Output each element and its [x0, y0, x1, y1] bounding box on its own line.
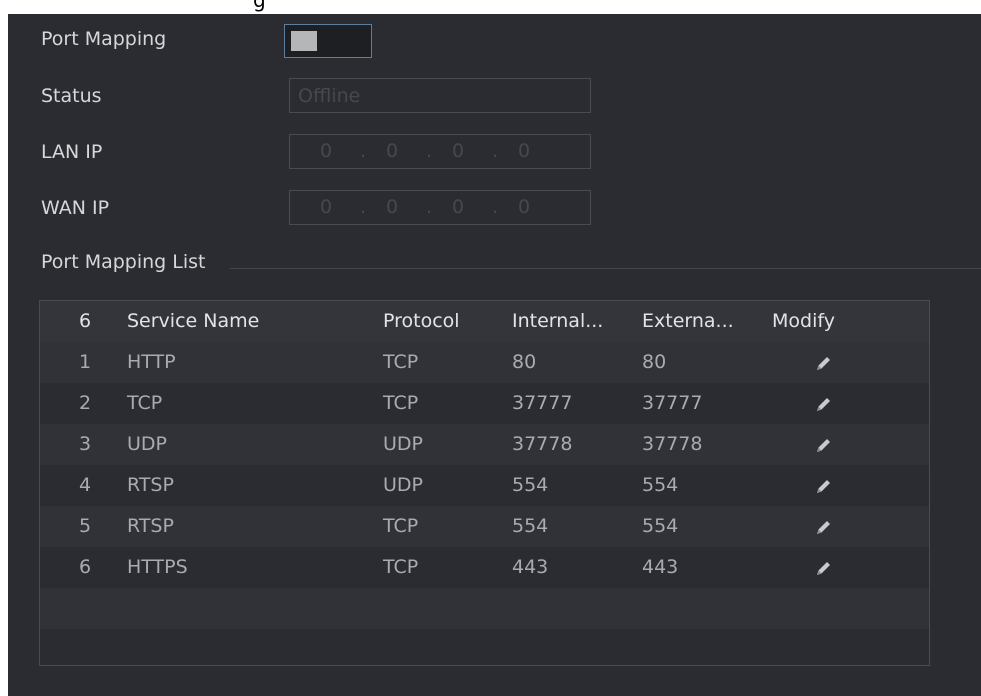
pencil-icon[interactable] — [814, 394, 834, 414]
row-number: 3 — [78, 433, 92, 455]
table-header-row: 6 Service Name Protocol Internal... Exte… — [40, 301, 929, 343]
status-field: Offline — [289, 78, 591, 113]
pencil-icon[interactable] — [814, 476, 834, 496]
port-mapping-label: Port Mapping — [41, 28, 167, 50]
ip-dot: . — [360, 196, 367, 218]
port-mapping-panel: Port Mapping Status Offline LAN IP 0 . 0… — [8, 14, 981, 696]
lan-ip-field[interactable]: 0 . 0 . 0 . 0 — [289, 134, 591, 169]
wan-ip-octet-4: 0 — [517, 196, 531, 218]
empty-row — [40, 629, 929, 665]
service-name-cell: HTTPS — [127, 556, 188, 578]
protocol-cell: UDP — [383, 433, 423, 455]
lan-ip-octet-3[interactable]: 0 — [448, 140, 468, 162]
table-row[interactable]: 4 RTSP UDP 554 554 — [40, 465, 929, 506]
pencil-icon[interactable] — [814, 353, 834, 373]
lan-ip-octet-2[interactable]: 0 — [382, 140, 402, 162]
table-row[interactable]: 3 UDP UDP 37778 37778 — [40, 424, 929, 465]
service-name-cell: TCP — [127, 392, 163, 414]
external-port-cell: 37777 — [642, 392, 703, 414]
row-number: 5 — [78, 515, 92, 537]
internal-port-cell: 37777 — [512, 392, 573, 414]
cut-off-title: g — [253, 0, 266, 12]
internal-port-cell: 554 — [512, 515, 549, 537]
external-port-cell: 554 — [642, 474, 679, 496]
protocol-cell: TCP — [383, 351, 419, 373]
lan-ip-octet-1[interactable]: 0 — [316, 140, 336, 162]
table-row[interactable]: 1 HTTP TCP 80 80 — [40, 342, 929, 383]
service-name-cell: UDP — [127, 433, 167, 455]
ip-dot: . — [426, 140, 433, 162]
table-row[interactable]: 2 TCP TCP 37777 37777 — [40, 383, 929, 424]
external-port-cell: 80 — [642, 351, 667, 373]
wan-ip-octet-3: 0 — [451, 196, 465, 218]
protocol-cell: UDP — [383, 474, 423, 496]
header-row-count: 6 — [78, 310, 92, 332]
header-protocol[interactable]: Protocol — [383, 310, 460, 332]
protocol-cell: TCP — [383, 515, 419, 537]
header-modify: Modify — [772, 310, 835, 332]
status-label: Status — [41, 85, 102, 107]
service-name-cell: RTSP — [127, 515, 174, 537]
row-number: 2 — [78, 392, 92, 414]
status-value: Offline — [298, 85, 361, 107]
lan-ip-octet-4[interactable]: 0 — [514, 140, 534, 162]
wan-ip-field: 0 . 0 . 0 . 0 — [289, 190, 591, 225]
pencil-icon[interactable] — [814, 435, 834, 455]
internal-port-cell: 80 — [512, 351, 537, 373]
wan-ip-octet-1: 0 — [319, 196, 333, 218]
port-mapping-table: 6 Service Name Protocol Internal... Exte… — [39, 300, 930, 666]
internal-port-cell: 443 — [512, 556, 549, 578]
internal-port-cell: 554 — [512, 474, 549, 496]
port-mapping-toggle[interactable] — [284, 24, 372, 58]
service-name-cell: HTTP — [127, 351, 176, 373]
lan-ip-label: LAN IP — [41, 141, 103, 163]
ip-dot: . — [426, 196, 433, 218]
service-name-cell: RTSP — [127, 474, 174, 496]
table-row[interactable]: 6 HTTPS TCP 443 443 — [40, 547, 929, 588]
top-strip: g — [0, 0, 981, 14]
ip-dot: . — [360, 140, 367, 162]
header-service-name[interactable]: Service Name — [127, 310, 259, 332]
external-port-cell: 443 — [642, 556, 679, 578]
row-number: 1 — [78, 351, 92, 373]
empty-row — [40, 588, 929, 629]
internal-port-cell: 37778 — [512, 433, 573, 455]
ip-dot: . — [492, 196, 499, 218]
pencil-icon[interactable] — [814, 558, 834, 578]
protocol-cell: TCP — [383, 392, 419, 414]
protocol-cell: TCP — [383, 556, 419, 578]
row-number: 6 — [78, 556, 92, 578]
header-internal-port[interactable]: Internal... — [512, 310, 603, 332]
pencil-icon[interactable] — [814, 517, 834, 537]
row-number: 4 — [78, 474, 92, 496]
port-mapping-list-title: Port Mapping List — [41, 251, 206, 273]
external-port-cell: 37778 — [642, 433, 703, 455]
toggle-knob — [291, 31, 317, 51]
wan-ip-label: WAN IP — [41, 197, 110, 219]
wan-ip-octet-2: 0 — [385, 196, 399, 218]
group-divider — [230, 268, 981, 269]
table-row[interactable]: 5 RTSP TCP 554 554 — [40, 506, 929, 547]
external-port-cell: 554 — [642, 515, 679, 537]
header-external-port[interactable]: Externa... — [642, 310, 734, 332]
ip-dot: . — [492, 140, 499, 162]
